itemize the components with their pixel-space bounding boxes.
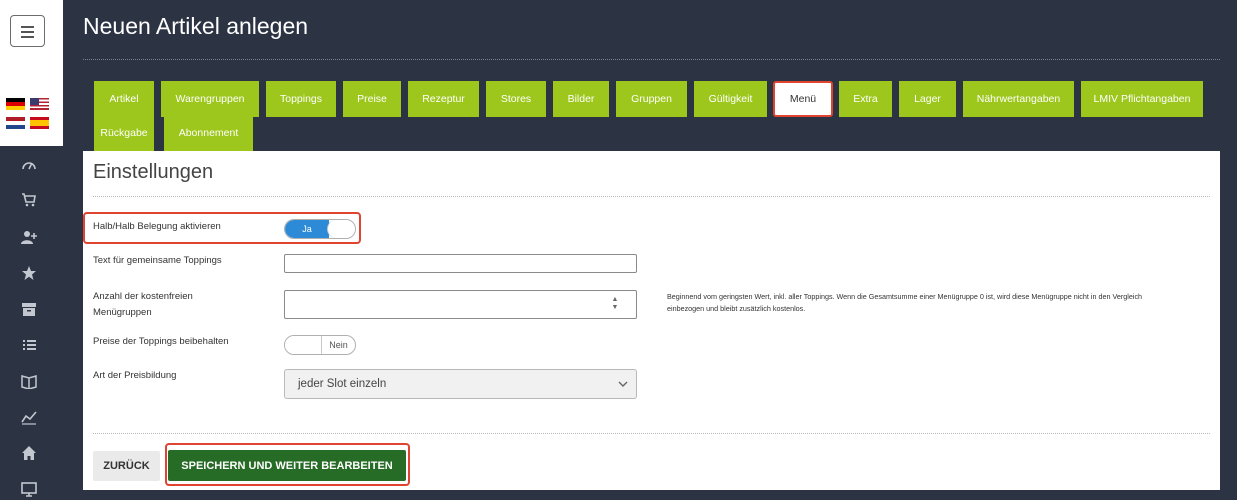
anzahl-label-line1: Anzahl der kostenfreien — [93, 291, 193, 302]
flag-es-icon[interactable] — [30, 117, 49, 129]
halb-label: Halb/Halb Belegung aktivieren — [93, 221, 221, 232]
preise-toggle-off: Nein — [321, 336, 355, 354]
tab-extra[interactable]: Extra — [839, 81, 892, 117]
tab-rueckgabe[interactable]: Rückgabe — [94, 114, 154, 151]
halb-toggle[interactable]: Ja — [284, 219, 356, 239]
tab-abonnement[interactable]: Abonnement — [164, 114, 253, 151]
art-label: Art der Preisbildung — [93, 370, 177, 381]
menu-toggle-button[interactable] — [10, 15, 45, 47]
tab-gueltigkeit[interactable]: Gültigkeit — [694, 81, 767, 117]
tab-menu[interactable]: Menü — [773, 81, 833, 117]
tab-lmiv-pflichtangaben[interactable]: LMIV Pflichtangaben — [1081, 81, 1203, 117]
panel-title: Einstellungen — [93, 161, 214, 183]
panel-title-divider — [93, 196, 1210, 197]
sidebar-header — [0, 0, 63, 81]
tab-toppings[interactable]: Toppings — [266, 81, 336, 117]
anzahl-label-line2: Menügruppen — [93, 307, 152, 318]
monitor-icon[interactable] — [18, 478, 40, 500]
anzahl-hint-line1: Beginnend vom geringsten Wert, inkl. all… — [667, 292, 1143, 301]
dashboard-icon[interactable] — [18, 154, 40, 176]
star-icon[interactable] — [18, 262, 40, 284]
home-icon[interactable] — [18, 442, 40, 464]
chevron-down-icon — [618, 381, 628, 387]
sidebar — [0, 0, 63, 500]
toggle-knob — [327, 220, 355, 238]
cart-icon[interactable] — [18, 189, 40, 211]
page-title: Neuen Artikel anlegen — [83, 13, 309, 39]
tab-lager[interactable]: Lager — [899, 81, 956, 117]
halb-toggle-on: Ja — [285, 220, 329, 238]
chart-icon[interactable] — [18, 406, 40, 428]
hamburger-icon — [21, 26, 34, 28]
spinner-icon[interactable]: ▲ ▼ — [610, 296, 620, 312]
form-divider — [93, 433, 1210, 434]
back-button[interactable]: ZURÜCK — [93, 451, 160, 481]
tab-gruppen[interactable]: Gruppen — [616, 81, 687, 117]
flag-us-icon[interactable] — [30, 98, 49, 110]
tab-rezeptur[interactable]: Rezeptur — [408, 81, 479, 117]
flag-de-icon[interactable] — [6, 98, 25, 110]
archive-icon[interactable] — [18, 298, 40, 320]
settings-panel: Einstellungen Halb/Halb Belegung aktivie… — [83, 151, 1220, 490]
list-icon[interactable] — [18, 334, 40, 356]
preise-toggle[interactable]: Nein — [284, 335, 356, 355]
tab-bilder[interactable]: Bilder — [553, 81, 609, 117]
preise-label: Preise der Toppings beibehalten — [93, 336, 229, 347]
add-user-icon[interactable] — [18, 226, 40, 248]
text-toppings-label: Text für gemeinsame Toppings — [93, 255, 222, 266]
toggle-knob — [285, 336, 321, 354]
anzahl-hint: Beginnend vom geringsten Wert, inkl. all… — [667, 291, 1187, 315]
hamburger-line — [21, 31, 34, 33]
text-toppings-input[interactable] — [284, 254, 637, 273]
tab-artikel[interactable]: Artikel — [94, 81, 154, 117]
tab-naehrwertangaben[interactable]: Nährwertangaben — [963, 81, 1074, 117]
tab-stores[interactable]: Stores — [486, 81, 546, 117]
art-select-value: jeder Slot einzeln — [298, 378, 387, 390]
anzahl-label: Anzahl der kostenfreien Menügruppen — [93, 289, 193, 321]
anzahl-hint-line2: einbezogen und bleibt zusätzlich kostenl… — [667, 304, 806, 313]
flag-nl-icon[interactable] — [6, 117, 25, 129]
book-icon[interactable] — [18, 370, 40, 392]
save-and-continue-button[interactable]: SPEICHERN UND WEITER BEARBEITEN — [168, 450, 406, 481]
tab-preise[interactable]: Preise — [343, 81, 401, 117]
hamburger-line — [21, 36, 34, 38]
tab-warengruppen[interactable]: Warengruppen — [161, 81, 259, 117]
anzahl-number-input[interactable]: ▲ ▼ — [284, 290, 637, 319]
art-select[interactable]: jeder Slot einzeln — [284, 369, 637, 399]
language-flags — [0, 81, 63, 146]
title-divider — [83, 59, 1220, 60]
